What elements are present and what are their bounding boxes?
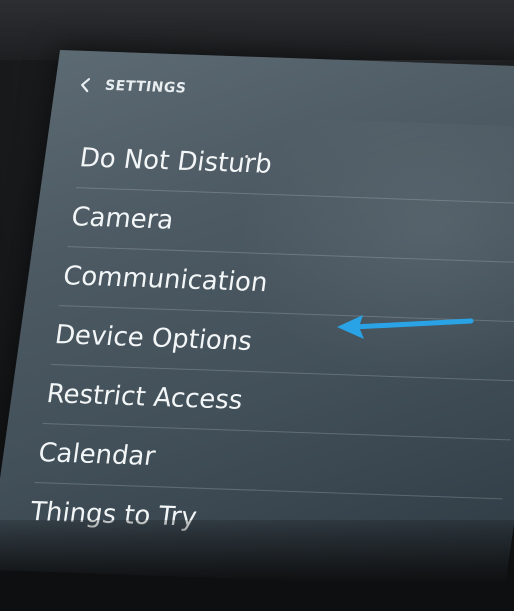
menu-item-label: Camera	[69, 202, 176, 236]
settings-header: SETTINGS	[74, 75, 188, 99]
page-title: SETTINGS	[103, 77, 188, 97]
chevron-left-icon[interactable]	[74, 75, 97, 96]
menu-item-label: Do Not Disturb	[77, 143, 274, 180]
bottom-shadow	[0, 520, 514, 611]
menu-item-label: Device Options	[53, 320, 254, 357]
menu-item-label: Calendar	[36, 437, 158, 473]
device-photo: SETTINGS Do Not Disturb Camera Communica…	[0, 0, 514, 611]
menu-item-label: Communication	[61, 261, 270, 299]
left-arrow-icon	[337, 315, 474, 339]
menu-item-label: Restrict Access	[44, 379, 245, 416]
